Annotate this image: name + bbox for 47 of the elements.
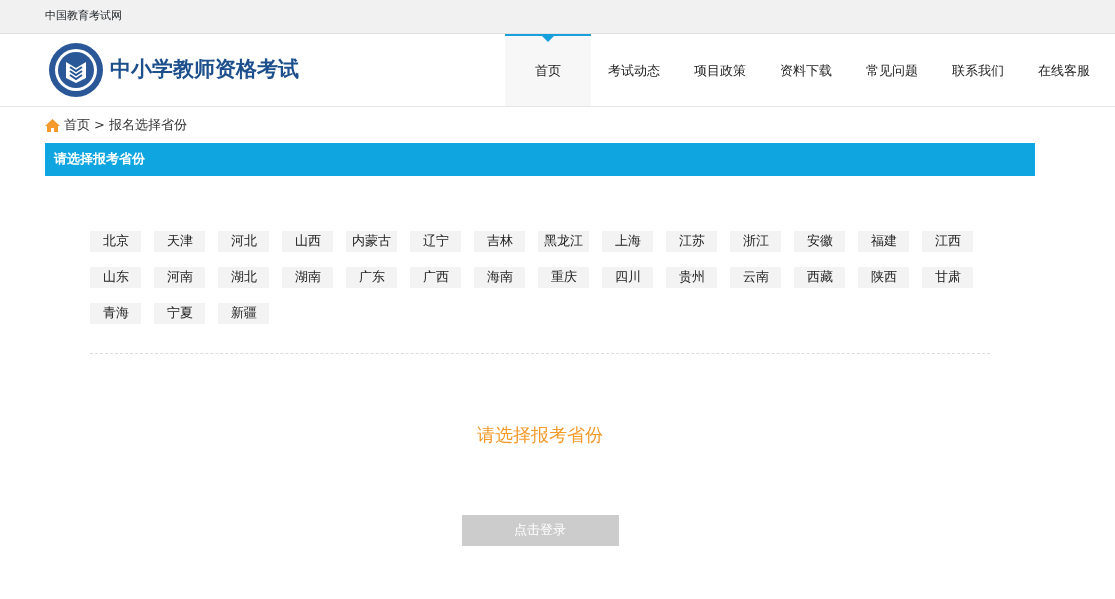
province-button[interactable]: 海南 (474, 267, 525, 288)
home-icon (45, 118, 60, 132)
province-button[interactable]: 湖南 (282, 267, 333, 288)
province-button[interactable]: 贵州 (666, 267, 717, 288)
province-button[interactable]: 安徽 (794, 231, 845, 252)
nav-tab[interactable]: 考试动态 (591, 34, 677, 106)
breadcrumb-link[interactable]: 首页 (64, 115, 90, 135)
province-button[interactable]: 辽宁 (410, 231, 461, 252)
nav-tab[interactable]: 首页 (505, 34, 591, 106)
province-button[interactable]: 福建 (858, 231, 909, 252)
nav-tab[interactable]: 项目政策 (677, 34, 763, 106)
prompt-text: 请选择报考省份 (476, 423, 604, 447)
province-button[interactable]: 河北 (218, 231, 269, 252)
breadcrumb-current: 报名选择省份 (108, 116, 187, 135)
province-button[interactable]: 云南 (730, 267, 781, 288)
province-button[interactable]: 山东 (90, 267, 141, 288)
province-button[interactable]: 内蒙古 (346, 231, 397, 252)
site-title: 中小学教师资格考试 (110, 56, 299, 84)
logo-icon (48, 42, 104, 98)
province-button[interactable]: 宁夏 (154, 303, 205, 324)
province-button[interactable]: 西藏 (794, 267, 845, 288)
province-button[interactable]: 重庆 (538, 267, 589, 288)
province-button[interactable]: 北京 (90, 231, 141, 252)
province-button[interactable]: 江西 (922, 231, 973, 252)
province-button[interactable]: 江苏 (666, 231, 717, 252)
nav-tab[interactable]: 联系我们 (935, 34, 1021, 106)
province-button[interactable]: 湖北 (218, 267, 269, 288)
province-button[interactable]: 广东 (346, 267, 397, 288)
site-link[interactable]: 中国教育考试网 (45, 8, 122, 25)
nav-tab[interactable]: 常见问题 (849, 34, 935, 106)
province-button[interactable]: 河南 (154, 267, 205, 288)
province-button[interactable]: 吉林 (474, 231, 525, 252)
province-button[interactable]: 上海 (602, 231, 653, 252)
province-button[interactable]: 四川 (602, 267, 653, 288)
province-button[interactable]: 青海 (90, 303, 141, 324)
province-button[interactable]: 陕西 (858, 267, 909, 288)
breadcrumb-separator: > (94, 116, 105, 135)
nav-tab[interactable]: 资料下载 (763, 34, 849, 106)
nav-tab[interactable]: 在线客服 (1021, 34, 1107, 106)
province-button[interactable]: 天津 (154, 231, 205, 252)
province-button[interactable]: 黑龙江 (538, 231, 589, 252)
province-button[interactable]: 山西 (282, 231, 333, 252)
panel-header: 请选择报考省份 (45, 143, 1035, 176)
province-button[interactable]: 新疆 (218, 303, 269, 324)
province-button[interactable]: 浙江 (730, 231, 781, 252)
province-button[interactable]: 甘肃 (922, 267, 973, 288)
province-button[interactable]: 广西 (410, 267, 461, 288)
